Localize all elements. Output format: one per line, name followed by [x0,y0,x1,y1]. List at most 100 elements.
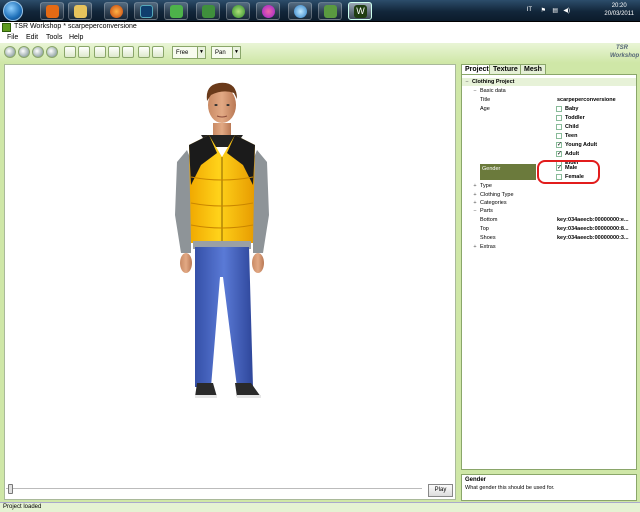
texture-view-icon[interactable] [78,46,90,58]
menu-bar: File Edit Tools Help [0,33,640,43]
volume-icon[interactable]: ◀) [563,7,570,14]
skeleton-icon[interactable] [122,46,134,58]
sims-game-icon[interactable] [226,2,250,20]
clock-date: 20/03/2011 [604,11,634,17]
wand-icon[interactable] [152,46,164,58]
age-child-checkbox[interactable] [556,124,562,130]
age-option[interactable]: Toddler [462,114,636,122]
collapse-icon[interactable]: − [464,78,470,86]
flag-icon[interactable]: ⚑ [541,7,546,14]
folder-icon[interactable] [68,2,92,20]
part-value[interactable]: key:034aeecb:00000000:8... [557,225,629,233]
network-icon[interactable]: ▤ [552,7,558,14]
view-sphere-4-icon[interactable] [46,46,58,58]
grid-view-icon[interactable] [64,46,76,58]
camera-mode-select[interactable]: Free ▼ [172,46,206,59]
tree-clothing-type-row[interactable]: + Clothing Type [462,191,636,199]
part-row[interactable]: Bottom key:034aeecb:00000000:e... [462,216,636,224]
title-label: Title [480,97,491,103]
part-label: Bottom [480,217,498,223]
window-title: TSR Workshop * scarpeperconversione [14,23,137,30]
tree-root-row[interactable]: − Clothing Project [462,78,636,86]
part-value[interactable]: key:034aeecb:00000000:e... [557,216,629,224]
clock[interactable]: 20:20 20/03/2011 [604,2,634,18]
firefox-icon[interactable] [104,2,128,20]
language-indicator[interactable]: IT [527,7,532,13]
parts-label: Parts [480,208,493,214]
media-player-icon[interactable] [40,2,64,20]
property-description: Gender What gender this should be used f… [461,474,637,501]
nav-mode-select[interactable]: Pan ▼ [211,46,241,59]
tsr-brand-logo: TSR Workshop [610,44,639,62]
view-sphere-2-icon[interactable] [18,46,30,58]
sims-tool-icon[interactable] [196,2,220,20]
floor-icon[interactable] [138,46,150,58]
age-option[interactable]: ✓ Adult [462,150,636,158]
tsr-workshop-taskbar-icon[interactable]: W [348,2,372,20]
tree-basic-data-row[interactable]: − Basic data [462,87,636,95]
expand-icon[interactable]: + [472,191,478,199]
collapse-icon[interactable]: − [472,87,478,95]
age-teen-checkbox[interactable] [556,133,562,139]
view-sphere-3-icon[interactable] [32,46,44,58]
description-title: Gender [465,477,487,483]
age-option-label: Child [565,124,579,130]
users-icon[interactable] [318,2,342,20]
expand-icon[interactable]: + [472,243,478,251]
tab-texture[interactable]: Texture [489,64,522,74]
basic-data-label: Basic data [480,88,506,94]
expand-icon[interactable]: + [472,199,478,207]
menu-tools[interactable]: Tools [46,34,62,41]
collapse-icon[interactable]: − [472,207,478,215]
timeline-thumb[interactable] [8,484,13,494]
part-value[interactable]: key:034aeecb:00000000:3... [557,234,629,242]
property-tree: − Clothing Project − Basic data Title sc… [461,74,637,470]
menu-help[interactable]: Help [69,34,83,41]
part-label: Shoes [480,235,496,241]
age-option-label: Young Adult [565,142,598,148]
age-option[interactable]: Teen [462,132,636,140]
expand-icon[interactable]: + [472,182,478,190]
light-icon[interactable] [108,46,120,58]
tree-parts-row[interactable]: − Parts [462,207,636,215]
title-bar: TSR Workshop * scarpeperconversione [0,22,640,33]
tree-categories-row[interactable]: + Categories [462,199,636,207]
menu-edit[interactable]: Edit [26,34,38,41]
brand-text: TSR Workshop [610,45,640,59]
properties-panel: Project Texture Mesh − Clothing Project … [459,64,637,471]
age-toddler-checkbox[interactable] [556,115,562,121]
view-sphere-1-icon[interactable] [4,46,16,58]
zoom-icon[interactable] [94,46,106,58]
photoshop-icon[interactable] [134,2,158,20]
play-button[interactable]: Play [428,484,453,497]
description-text: What gender this should be used for. [465,485,555,491]
menu-file[interactable]: File [7,34,18,41]
red-highlight-annotation [537,160,600,184]
part-row[interactable]: Shoes key:034aeecb:00000000:3... [462,234,636,242]
categories-label: Categories [480,200,507,206]
3d-viewport[interactable] [4,64,456,500]
title-value[interactable]: scarpeperconversione [557,96,616,104]
age-option[interactable]: ✓ Young Adult [462,141,636,149]
tree-extras-row[interactable]: + Extras [462,243,636,251]
taskbar: W IT ⚑ ▤ ◀) 20:20 20/03/2011 [0,0,640,22]
age-young-adult-checkbox[interactable]: ✓ [556,142,562,148]
age-option[interactable]: Baby [462,105,636,113]
chevron-down-icon: ▼ [197,47,205,58]
age-baby-checkbox[interactable] [556,106,562,112]
sims-store-icon[interactable] [256,2,280,20]
age-adult-checkbox[interactable]: ✓ [556,151,562,157]
sims-launcher-icon[interactable] [164,2,188,20]
part-row[interactable]: Top key:034aeecb:00000000:8... [462,225,636,233]
browser-icon[interactable] [288,2,312,20]
start-button[interactable] [3,1,23,21]
extras-label: Extras [480,244,496,250]
toolbar: Free ▼ Pan ▼ TSR Workshop [0,43,640,63]
nav-mode-value: Pan [215,50,226,56]
status-text: Project loaded [3,504,42,510]
age-option[interactable]: Child [462,123,636,131]
tab-mesh[interactable]: Mesh [520,64,546,74]
age-option-label: Teen [565,133,578,139]
title-row[interactable]: Title scarpeperconversione [462,96,636,104]
animation-timeline-slider[interactable] [4,484,424,494]
